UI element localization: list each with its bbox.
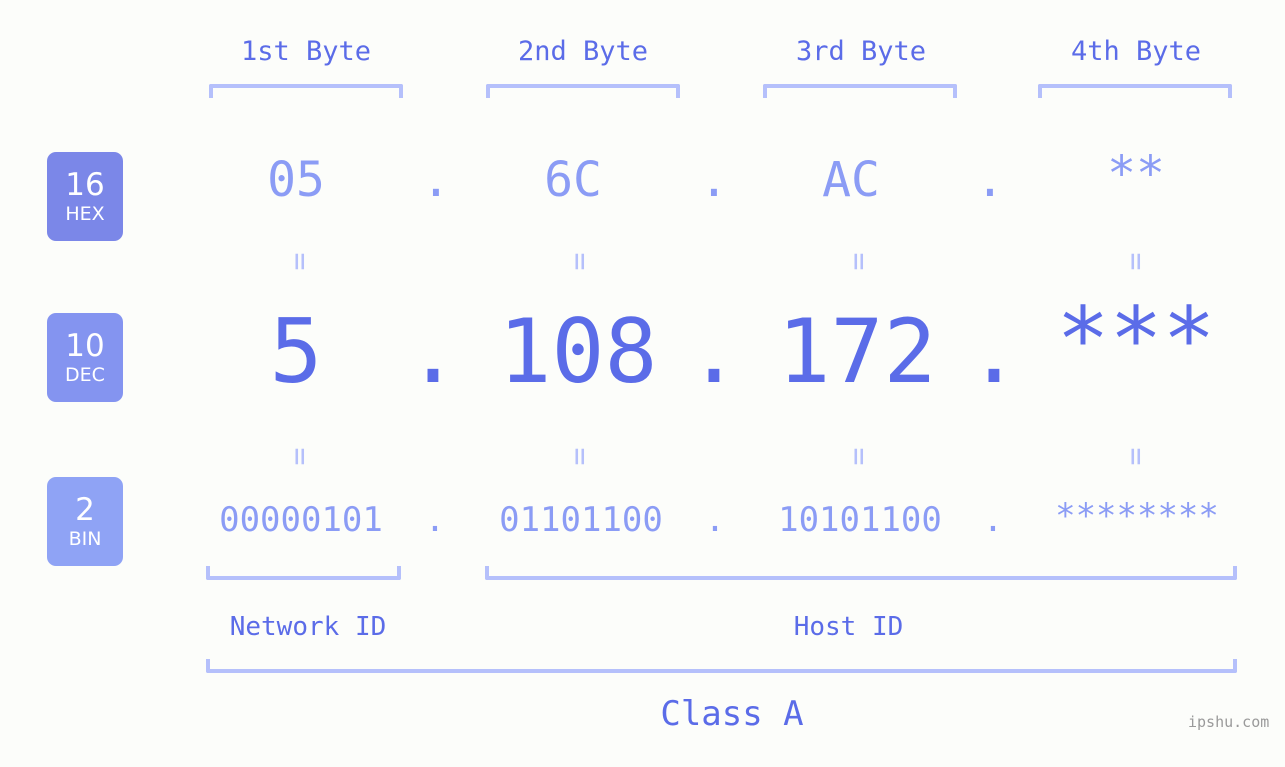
dec-separator-2: . [687,300,741,403]
base-badge-dec-number: 10 [65,327,105,364]
equals-mark-dec-bin-2: = [562,447,598,464]
base-badge-hex-name: HEX [65,202,105,225]
ip-address-breakdown-diagram: 1st Byte 2nd Byte 3rd Byte 4th Byte 16 H… [0,0,1285,767]
hex-separator-2: . [699,152,729,208]
byte-bracket-2 [486,84,680,98]
bin-byte-4: ******** [1055,496,1219,536]
equals-mark-hex-dec-4: = [1118,252,1154,269]
bin-byte-2: 01101100 [499,500,663,540]
bin-byte-1: 00000101 [219,500,383,540]
base-badge-bin-name: BIN [68,527,102,550]
base-badge-bin-number: 2 [75,491,95,528]
byte-header-2: 2nd Byte [517,36,649,67]
byte-bracket-4 [1038,84,1232,98]
equals-mark-hex-dec-1: = [282,252,318,269]
byte-bracket-1 [209,84,403,98]
dec-byte-4: *** [1056,288,1216,391]
dec-byte-3: 172 [777,300,937,403]
hex-byte-3: AC [822,152,880,208]
host-id-label: Host ID [793,612,904,642]
class-label: Class A [660,694,804,734]
base-badge-bin[interactable]: 2 BIN [47,477,123,566]
hex-byte-1: 05 [267,152,325,208]
base-badge-dec-name: DEC [65,363,105,386]
byte-header-1: 1st Byte [240,36,372,67]
base-badge-hex-number: 16 [65,166,105,203]
dec-byte-2: 108 [498,300,658,403]
base-badge-hex[interactable]: 16 HEX [47,152,123,241]
equals-mark-hex-dec-3: = [841,252,877,269]
hex-separator-3: . [975,152,1005,208]
equals-mark-hex-dec-2: = [562,252,598,269]
dec-byte-1: 5 [269,300,323,403]
equals-mark-dec-bin-4: = [1118,447,1154,464]
class-bracket [206,659,1237,673]
equals-mark-dec-bin-1: = [282,447,318,464]
base-badge-dec[interactable]: 10 DEC [47,313,123,402]
network-id-bracket [206,566,401,580]
host-id-bracket [485,566,1237,580]
watermark: ipshu.com [1188,713,1270,731]
bin-byte-3: 10101100 [778,500,942,540]
byte-header-4: 4th Byte [1070,36,1202,67]
dec-separator-1: . [406,300,460,403]
network-id-label: Network ID [229,612,387,642]
byte-header-3: 3rd Byte [795,36,927,67]
byte-bracket-3 [763,84,957,98]
hex-byte-4: ** [1107,146,1165,202]
hex-byte-2: 6C [544,152,602,208]
hex-separator-1: . [421,152,451,208]
equals-mark-dec-bin-3: = [841,447,877,464]
